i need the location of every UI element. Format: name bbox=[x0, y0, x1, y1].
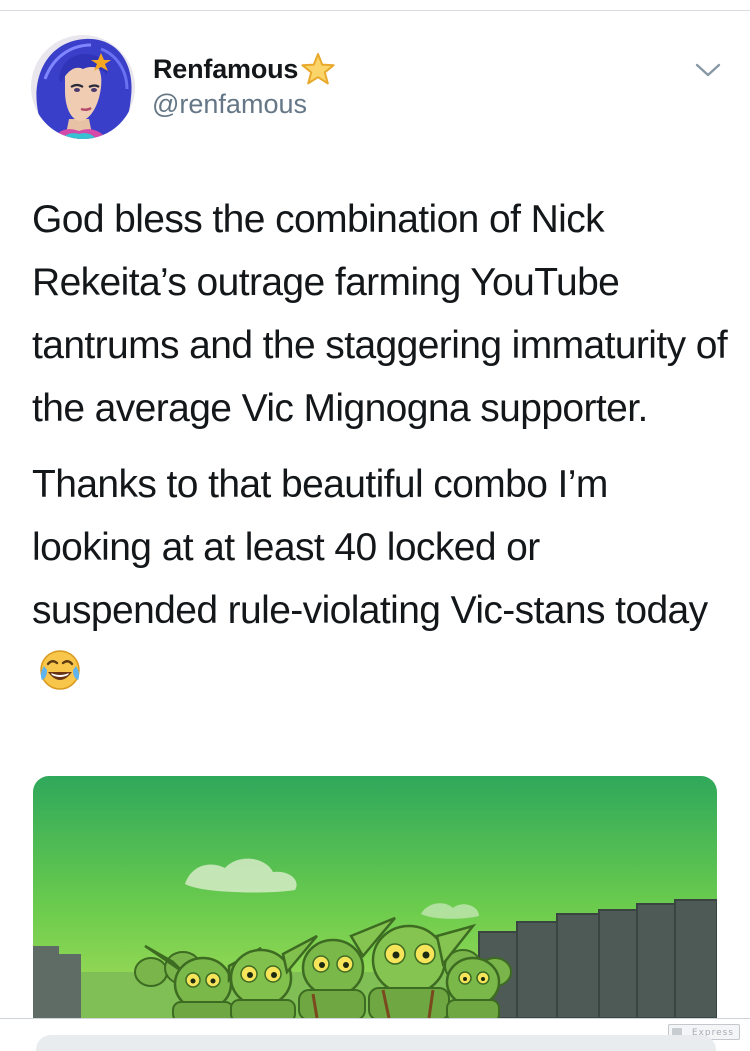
display-name-text: Renfamous bbox=[153, 54, 299, 84]
bottom-divider bbox=[0, 1018, 750, 1019]
tweet-paragraph: God bless the combination of Nick Rekeit… bbox=[32, 198, 728, 430]
user-handle[interactable]: @renfamous bbox=[152, 88, 307, 120]
avatar[interactable] bbox=[31, 35, 135, 139]
avatar-illustration bbox=[31, 35, 135, 139]
tweet-media-image[interactable] bbox=[33, 776, 717, 1018]
top-divider bbox=[0, 10, 750, 11]
star-icon bbox=[301, 53, 335, 85]
tweet-paragraph: Thanks to that beautiful combo I’m looki… bbox=[32, 453, 732, 705]
reply-bar[interactable] bbox=[36, 1035, 716, 1051]
display-name[interactable]: Renfamous bbox=[153, 52, 336, 86]
chevron-down-icon[interactable] bbox=[694, 60, 722, 80]
goblins-illustration bbox=[33, 776, 717, 1018]
tweet-paragraph-text: Thanks to that beautiful combo I’m looki… bbox=[32, 463, 708, 632]
tweet-text: God bless the combination of Nick Rekeit… bbox=[32, 188, 732, 705]
face-with-tears-of-joy-emoji bbox=[40, 650, 80, 690]
